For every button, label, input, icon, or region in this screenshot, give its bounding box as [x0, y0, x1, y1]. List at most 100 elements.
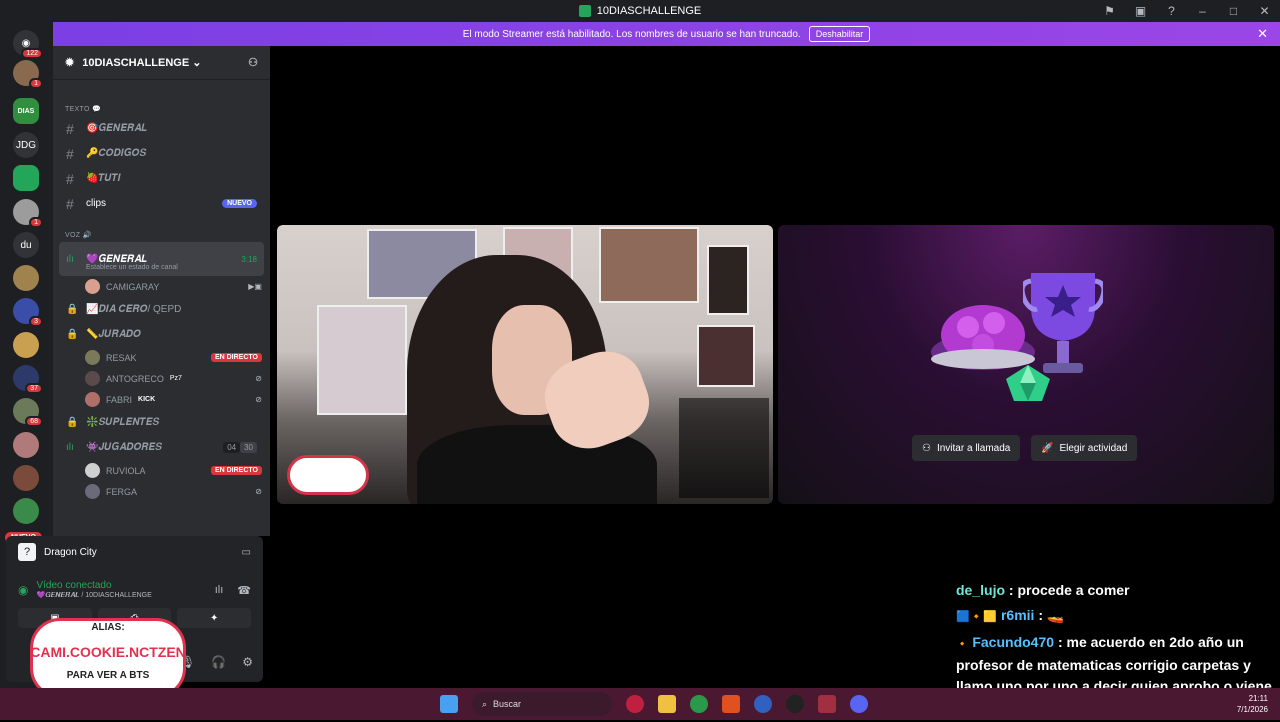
server-icon[interactable]: 1: [13, 60, 43, 89]
app-icon[interactable]: [754, 695, 772, 713]
close-icon[interactable]: ✕: [1257, 26, 1268, 42]
stream-chat-overlay: [679, 398, 769, 498]
server-icon[interactable]: [13, 265, 39, 291]
avatar: [85, 463, 100, 478]
streamer-mode-banner: El modo Streamer está habilitado. Los no…: [53, 22, 1280, 46]
user-name: ANTOGRECO: [106, 373, 164, 384]
channel-sidebar: ✹ 10DIASCHALLENGE ⌄ ⚇ TEXTO 💬 # 🎯𝑮𝑬𝑵𝑬𝑹𝑨𝑳 …: [53, 46, 270, 536]
server-header[interactable]: ✹ 10DIASCHALLENGE ⌄ ⚇: [53, 46, 270, 80]
noise-suppression-icon[interactable]: ılı: [215, 584, 224, 597]
add-user-icon[interactable]: ⚇: [248, 56, 258, 69]
voice-channel-general[interactable]: ılı 💜𝑮𝑬𝑵𝑬𝑹𝑨𝑳 3:18 Establece un estado de…: [59, 242, 264, 276]
maximize-button[interactable]: □: [1218, 4, 1249, 18]
direct-messages-button[interactable]: ◉ 122: [13, 30, 43, 59]
window-controls: ⚑ ▣ ? – □ ✕: [1094, 0, 1280, 22]
server-icon-jdg[interactable]: JDG: [13, 132, 39, 158]
disconnect-icon[interactable]: ☎: [237, 584, 251, 597]
server-icon-10dias[interactable]: DIAS: [13, 98, 39, 124]
server-icon[interactable]: [13, 165, 39, 191]
server-icon[interactable]: 3: [13, 298, 43, 327]
server-icon[interactable]: 37: [13, 365, 43, 394]
signal-icon[interactable]: ◉: [18, 583, 28, 597]
taskbar-search[interactable]: ⌕ Buscar: [472, 692, 612, 716]
lock-icon: 🔒: [66, 329, 79, 340]
voice-user[interactable]: CAMIGARAY ▶▣: [53, 276, 270, 297]
headphones-icon[interactable]: 🎧: [211, 655, 226, 669]
channel-codigos[interactable]: # 🔑𝑪𝑶𝑫𝑰𝑮𝑶𝑺: [53, 141, 270, 166]
start-icon[interactable]: [440, 695, 458, 713]
badge-icons: 🟦🔸🟨: [956, 611, 998, 623]
clock-time: 21:11: [1248, 694, 1268, 703]
deafened-icon: ⊘: [255, 487, 262, 496]
minimize-button[interactable]: –: [1187, 4, 1218, 18]
taskbar-icons: ⌕ Buscar: [440, 692, 868, 716]
title-bar: 10DIASCHALLENGE ⚑ ▣ ? – □ ✕: [0, 0, 1280, 22]
server-label: JDG: [16, 139, 36, 151]
system-clock[interactable]: 21:11 7/1/2026: [1237, 693, 1268, 715]
voice-channel-jugadores[interactable]: ılı 👾𝑱𝑼𝑮𝑨𝑫𝑶𝑹𝑬𝑺 04 30: [53, 435, 270, 460]
chat-user: r6mii: [1000, 607, 1035, 623]
category-texto[interactable]: TEXTO 💬: [53, 102, 270, 116]
voice-channel-suplentes[interactable]: 🔒 ❇️𝑺𝑼𝑷𝑳𝑬𝑵𝑻𝑬𝑺: [53, 410, 270, 435]
sticker-bottom: PARA VER A BTS: [66, 670, 150, 681]
file-explorer-icon[interactable]: [658, 695, 676, 713]
choose-activity-button[interactable]: 🚀 Elegir actividad: [1031, 435, 1138, 461]
user-name: RUVIOLA: [106, 465, 146, 476]
brave-icon[interactable]: [722, 695, 740, 713]
server-icon[interactable]: 1: [13, 199, 43, 228]
stream-sticker-mirrored: [287, 455, 369, 495]
activity-name: Dragon City: [44, 546, 97, 558]
voice-channel-dia-cero[interactable]: 🔒 📈𝑫𝑰𝑨 𝑪𝑬𝑹𝑶/ QEPD: [53, 297, 270, 322]
deafened-icon: ⊘: [255, 395, 262, 404]
hash-icon: #: [66, 120, 74, 137]
channel-status-prompt[interactable]: Establece un estado de canal: [86, 264, 178, 271]
unread-badge: 122: [21, 48, 43, 59]
voice-user[interactable]: ANTOGRECO Pz7 ⊘: [53, 368, 270, 389]
new-badge: NUEVO: [222, 199, 257, 208]
server-icon[interactable]: [13, 465, 39, 491]
settings-gear-icon[interactable]: ⚙: [242, 655, 253, 669]
channel-label: 🍓𝑻𝑼𝑻𝑰: [86, 173, 121, 184]
voice-user[interactable]: RUVIOLA EN DIRECTO: [53, 460, 270, 481]
close-window-button[interactable]: ✕: [1249, 4, 1280, 18]
category-label: TEXTO 💬: [65, 106, 101, 113]
server-label: DIAS: [17, 107, 35, 115]
opera-icon[interactable]: [626, 695, 644, 713]
discord-icon[interactable]: [850, 695, 868, 713]
monitor-icon[interactable]: ▭: [242, 547, 251, 558]
activity-row[interactable]: ? Dragon City ▭: [6, 536, 263, 568]
server-icon[interactable]: [13, 432, 39, 458]
hash-icon: #: [66, 145, 74, 162]
server-icon[interactable]: 68: [13, 398, 43, 427]
user-name: FABRI: [106, 394, 133, 405]
voice-channel-jurado[interactable]: 🔒 📏𝑱𝑼𝑹𝑨𝑫𝑶: [53, 322, 270, 347]
server-icon-du[interactable]: du: [13, 232, 39, 258]
channel-general[interactable]: # 🎯𝑮𝑬𝑵𝑬𝑹𝑨𝑳: [53, 116, 270, 141]
wall-poster: [707, 245, 749, 315]
channel-label: 🔑𝑪𝑶𝑫𝑰𝑮𝑶𝑺: [86, 148, 147, 159]
help-icon[interactable]: ?: [1156, 4, 1187, 18]
category-voz[interactable]: VOZ 🔊: [53, 228, 270, 242]
screen-icon[interactable]: ▣: [1125, 4, 1156, 18]
channel-clips[interactable]: # clips NUEVO: [53, 191, 270, 216]
chat-text: : procede a comer: [1008, 582, 1130, 598]
channel-tuti[interactable]: # 🍓𝑻𝑼𝑻𝑰: [53, 166, 270, 191]
avatar: [85, 371, 100, 386]
disable-streamer-button[interactable]: Deshabilitar: [808, 26, 871, 42]
chrome-icon[interactable]: [690, 695, 708, 713]
search-icon: ⌕: [482, 698, 488, 709]
inbox-icon[interactable]: ⚑: [1094, 4, 1125, 18]
voice-activity-icon: ılı: [66, 442, 74, 453]
server-icon[interactable]: [13, 332, 39, 358]
app-icon[interactable]: [818, 695, 836, 713]
voice-user[interactable]: FERGA ⊘: [53, 481, 270, 502]
voice-user[interactable]: FABRI KICK ⊘: [53, 389, 270, 410]
connection-channel[interactable]: 💜𝑮𝑬𝑵𝑬𝑹𝑨𝑳 / 10DIASCHALLENGE: [36, 591, 151, 600]
stream-video-tile[interactable]: [277, 225, 773, 504]
voice-user[interactable]: RESAK EN DIRECTO: [53, 347, 270, 368]
obs-icon[interactable]: [786, 695, 804, 713]
invite-to-call-button[interactable]: ⚇ Invitar a llamada: [912, 435, 1021, 461]
activities-button[interactable]: ✦: [177, 608, 252, 628]
channel-label: ❇️𝑺𝑼𝑷𝑳𝑬𝑵𝑻𝑬𝑺: [86, 417, 160, 428]
server-icon[interactable]: [13, 498, 39, 524]
